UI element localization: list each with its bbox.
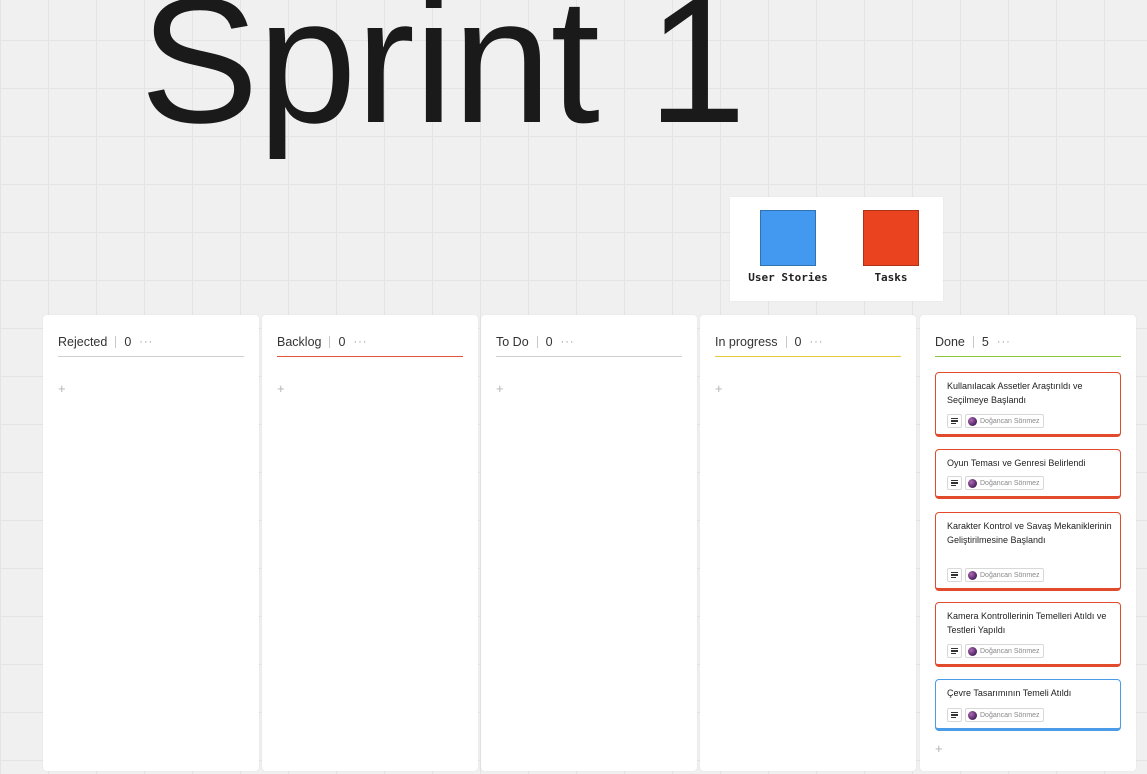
column-backlog: Backlog 0 ··· + bbox=[262, 315, 478, 771]
avatar bbox=[968, 570, 977, 580]
column-title[interactable]: Backlog bbox=[277, 335, 321, 349]
column-header: Rejected 0 ··· bbox=[58, 327, 244, 357]
column-header: To Do 0 ··· bbox=[496, 327, 682, 357]
task-card[interactable]: Kamera Kontrollerinin Temelleri Atıldı v… bbox=[935, 602, 1121, 667]
legend: User Stories Tasks bbox=[730, 197, 943, 301]
column-in-progress: In progress 0 ··· + bbox=[700, 315, 916, 771]
card-title: Kamera Kontrollerinin Temelleri Atıldı v… bbox=[947, 611, 1107, 635]
card-meta: Doğancan Sönmez bbox=[947, 568, 1044, 582]
description-icon[interactable] bbox=[947, 708, 962, 722]
card-meta: Doğancan Sönmez bbox=[947, 414, 1044, 428]
legend-label-tasks: Tasks bbox=[874, 271, 908, 284]
assignee-name: Doğancan Sönmez bbox=[980, 417, 1040, 425]
add-card-button[interactable]: + bbox=[58, 382, 70, 396]
column-title[interactable]: In progress bbox=[715, 335, 778, 349]
add-card-button[interactable]: + bbox=[715, 382, 727, 396]
task-card[interactable]: Oyun Teması ve Genresi Belirlendi Doğanc… bbox=[935, 449, 1121, 499]
column-rejected: Rejected 0 ··· + bbox=[43, 315, 259, 771]
assignee-name: Doğancan Sönmez bbox=[980, 571, 1040, 579]
header-divider bbox=[115, 335, 117, 348]
add-card-button[interactable]: + bbox=[277, 382, 289, 396]
card-count: 0 bbox=[794, 334, 802, 349]
more-options-icon[interactable]: ··· bbox=[809, 336, 823, 348]
column-to-do: To Do 0 ··· + bbox=[481, 315, 697, 771]
legend-label-user-stories: User Stories bbox=[748, 271, 828, 284]
sprint-title: Sprint 1 bbox=[140, 0, 746, 160]
assignee-chip[interactable]: Doğancan Sönmez bbox=[965, 476, 1044, 490]
tasks-swatch bbox=[863, 210, 919, 266]
column-header: Backlog 0 ··· bbox=[277, 327, 463, 357]
assignee-name: Doğancan Sönmez bbox=[980, 479, 1040, 487]
legend-item-user-stories: User Stories bbox=[738, 210, 838, 284]
column-header: In progress 0 ··· bbox=[715, 327, 901, 357]
header-divider bbox=[329, 335, 331, 348]
card-count: 0 bbox=[124, 334, 132, 349]
avatar bbox=[968, 478, 977, 488]
legend-item-tasks: Tasks bbox=[841, 210, 941, 284]
more-options-icon[interactable]: ··· bbox=[997, 336, 1011, 348]
user-stories-swatch bbox=[760, 210, 816, 266]
more-options-icon[interactable]: ··· bbox=[139, 336, 153, 348]
card-count: 5 bbox=[981, 334, 989, 349]
add-card-button[interactable]: + bbox=[496, 382, 508, 396]
description-icon[interactable] bbox=[947, 476, 962, 490]
card-count: 0 bbox=[545, 334, 553, 349]
task-card[interactable]: Karakter Kontrol ve Savaş Mekaniklerinin… bbox=[935, 512, 1121, 591]
card-title: Karakter Kontrol ve Savaş Mekaniklerinin… bbox=[947, 521, 1112, 545]
more-options-icon[interactable]: ··· bbox=[353, 336, 367, 348]
column-title[interactable]: Rejected bbox=[58, 335, 107, 349]
assignee-name: Doğancan Sönmez bbox=[980, 647, 1040, 655]
description-icon[interactable] bbox=[947, 414, 962, 428]
column-title[interactable]: Done bbox=[935, 335, 965, 349]
card-title: Oyun Teması ve Genresi Belirlendi bbox=[947, 458, 1086, 468]
header-divider bbox=[785, 335, 787, 348]
avatar bbox=[968, 710, 977, 720]
card-count: 0 bbox=[338, 334, 346, 349]
avatar bbox=[968, 646, 977, 656]
card-meta: Doğancan Sönmez bbox=[947, 708, 1044, 722]
card-title: Çevre Tasarımının Temeli Atıldı bbox=[947, 688, 1072, 698]
user-story-card[interactable]: Çevre Tasarımının Temeli Atıldı Doğancan… bbox=[935, 679, 1121, 731]
assignee-chip[interactable]: Doğancan Sönmez bbox=[965, 644, 1044, 658]
avatar bbox=[968, 416, 977, 426]
assignee-chip[interactable]: Doğancan Sönmez bbox=[965, 708, 1044, 722]
header-divider bbox=[536, 335, 538, 348]
column-done: Done 5 ··· Kullanılacak Assetler Araştır… bbox=[920, 315, 1136, 771]
card-title: Kullanılacak Assetler Araştırıldı ve Seç… bbox=[947, 381, 1083, 405]
column-title[interactable]: To Do bbox=[496, 335, 529, 349]
card-meta: Doğancan Sönmez bbox=[947, 644, 1044, 658]
assignee-name: Doğancan Sönmez bbox=[980, 711, 1040, 719]
header-divider bbox=[972, 335, 974, 348]
card-meta: Doğancan Sönmez bbox=[947, 476, 1044, 490]
assignee-chip[interactable]: Doğancan Sönmez bbox=[965, 568, 1044, 582]
more-options-icon[interactable]: ··· bbox=[561, 336, 575, 348]
column-header: Done 5 ··· bbox=[935, 327, 1121, 357]
task-card[interactable]: Kullanılacak Assetler Araştırıldı ve Seç… bbox=[935, 372, 1121, 437]
description-icon[interactable] bbox=[947, 644, 962, 658]
assignee-chip[interactable]: Doğancan Sönmez bbox=[965, 414, 1044, 428]
add-card-button[interactable]: + bbox=[935, 742, 947, 756]
description-icon[interactable] bbox=[947, 568, 962, 582]
